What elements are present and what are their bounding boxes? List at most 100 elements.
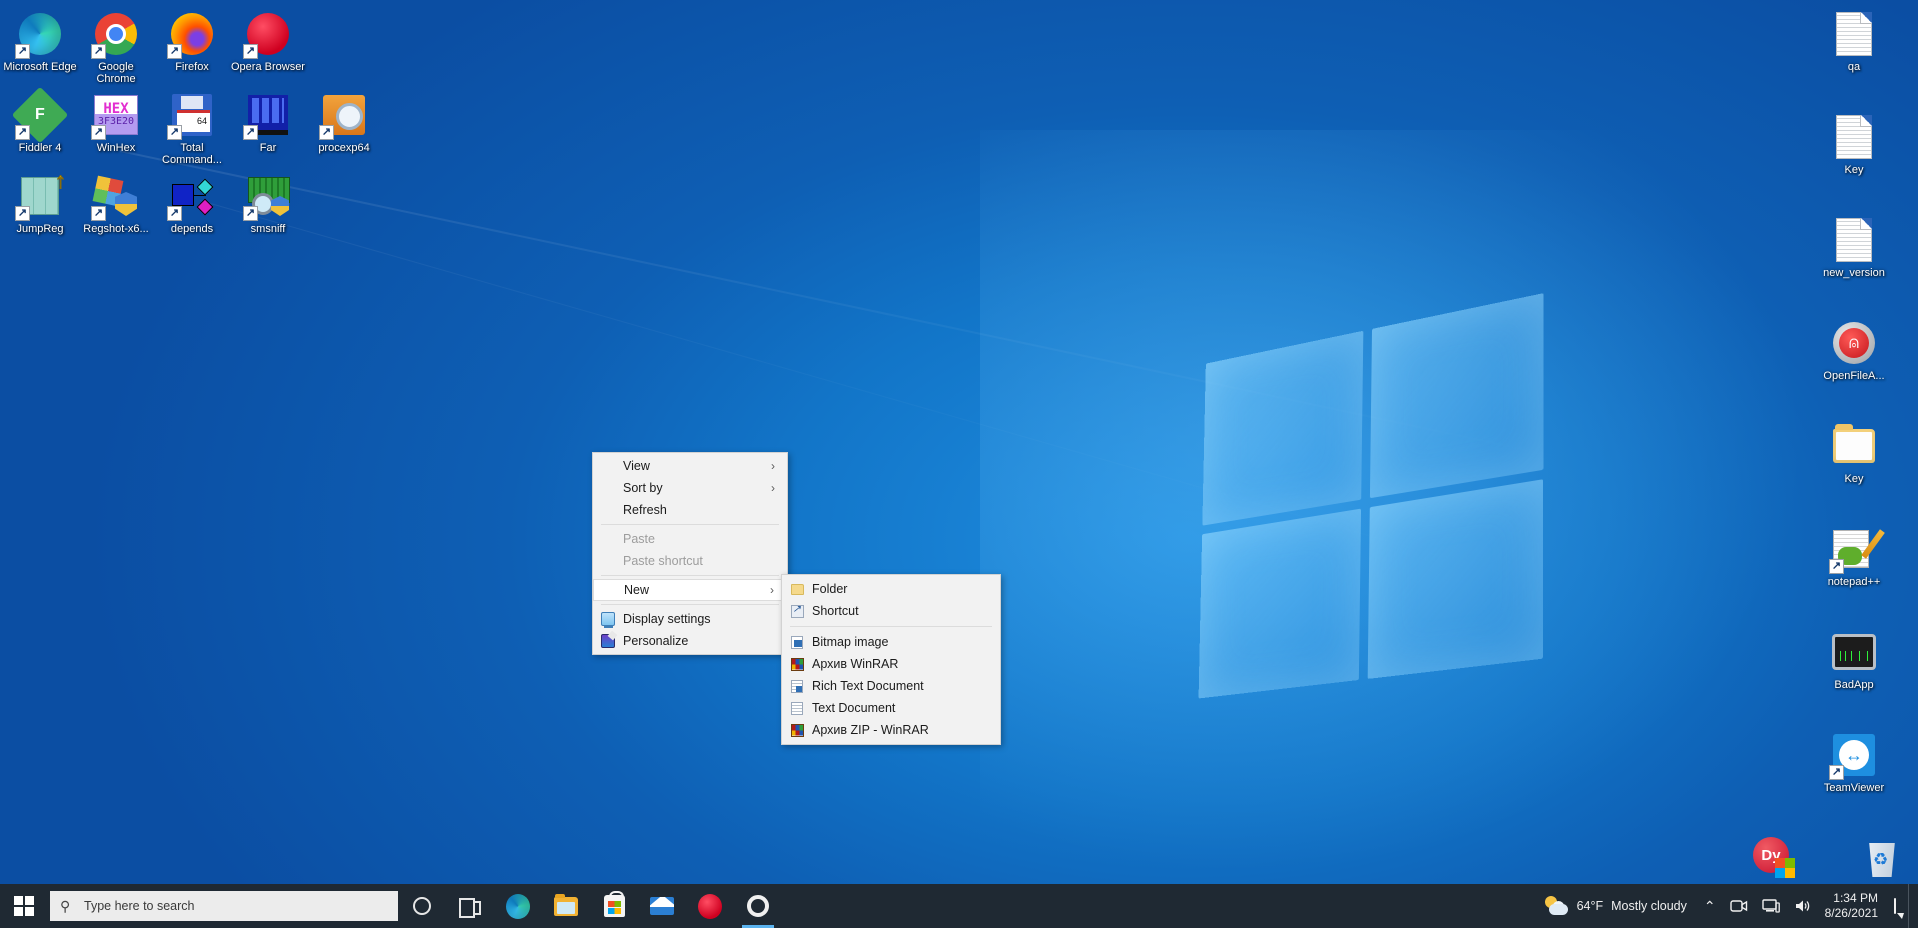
context-menu-item-label: Display settings [623,612,781,626]
new-submenu-item-winrar-zip-archive[interactable]: Архив ZIP - WinRAR [782,719,1000,741]
desktop-icon-badapp[interactable]: BadApp [1800,622,1908,698]
taskbar[interactable]: ⚲ Type here to search [0,884,1918,928]
new-submenu-item-shortcut[interactable]: Shortcut [782,600,1000,622]
desktop-icon-winhex[interactable]: HEX3F3E20 WinHex [78,85,154,166]
shortcut-overlay-icon [15,44,30,59]
volume-icon[interactable] [1787,884,1819,928]
microsoft-store-button[interactable] [590,884,638,928]
gear-icon [746,894,770,918]
desktop-icon-label: OpenFileA... [1801,370,1907,382]
desktop-icon-total-commander[interactable]: Total Command... [154,85,230,166]
file-explorer-button[interactable] [542,884,590,928]
new-submenu-item-bitmap-image[interactable]: Bitmap image [782,631,1000,653]
desktop-icon-notepadpp[interactable]: notepad++ [1800,519,1908,595]
context-menu-item-label: Sort by [623,481,771,495]
mail-button[interactable] [638,884,686,928]
context-menu-item-paste-shortcut: Paste shortcut [593,550,787,572]
text-document-icon [782,702,812,715]
network-icon[interactable] [1755,884,1787,928]
windows-logo-icon [14,896,34,916]
desktop-icon-depends[interactable]: depends [154,166,230,242]
search-input[interactable]: ⚲ Type here to search [50,891,398,921]
context-menu-item-new[interactable]: New › [593,579,787,601]
desktop-icon-label: Firefox [155,61,229,73]
rich-text-document-icon [782,680,812,693]
desktop-icon-new-version[interactable]: new_version [1800,210,1908,286]
desktop-icon-teamviewer[interactable]: ↔ TeamViewer [1800,725,1908,801]
winhex-icon: HEX3F3E20 [92,91,140,139]
weather-widget[interactable]: 64°F Mostly cloudy [1539,896,1697,916]
clock[interactable]: 1:34 PM 8/26/2021 [1819,891,1888,921]
desktop-icon-jumpreg[interactable]: JumpReg [2,166,78,242]
action-center-button[interactable] [1888,899,1908,913]
menu-separator [601,524,779,525]
task-view-button[interactable] [446,884,494,928]
notepadpp-icon [1830,525,1878,573]
search-placeholder: Type here to search [84,899,194,913]
desktop-icon-fiddler-4[interactable]: F Fiddler 4 [2,85,78,166]
folder-icon [1830,422,1878,470]
new-submenu-item-winrar-archive[interactable]: Архив WinRAR [782,653,1000,675]
opera-icon [244,10,292,58]
network-glyph [1762,898,1780,914]
edge-button[interactable] [494,884,542,928]
desktop-icon-label: Key [1801,473,1907,485]
start-button[interactable] [0,884,48,928]
opera-button[interactable] [686,884,734,928]
text-document-icon [1830,10,1878,58]
desktop-icons-right: qa Key new_version ⍝ OpenFileA... Key [1800,4,1918,928]
context-menu-item-sort-by[interactable]: Sort by › [593,477,787,499]
context-menu-item-label: View [623,459,771,473]
fiddler-icon: F [16,91,64,139]
desktop-icon-opera-browser[interactable]: Opera Browser [230,4,306,85]
camera-icon[interactable] [1723,884,1755,928]
context-menu-item-refresh[interactable]: Refresh [593,499,787,521]
context-menu-item-display-settings[interactable]: Display settings [593,608,787,630]
menu-separator [790,626,992,627]
desktop-icon-label: Microsoft Edge [3,61,77,73]
task-view-icon [458,894,482,918]
desktop-context-menu[interactable]: View › Sort by › Refresh Paste Paste sho… [592,452,788,655]
new-submenu-item-text-document[interactable]: Text Document [782,697,1000,719]
desktop-icon-procexp64[interactable]: procexp64 [306,85,382,166]
tray-overflow-button[interactable]: ⌃ [1697,884,1723,928]
context-menu-item-view[interactable]: View › [593,455,787,477]
search-icon: ⚲ [60,898,84,915]
desktop-icon-qa[interactable]: qa [1800,4,1908,80]
desktop-icon-row: Key [1800,107,1918,183]
desktop-icon-row: Microsoft Edge Google Chrome Firefox Ope… [2,4,382,85]
desktop-icon-smsniff[interactable]: smsniff [230,166,306,242]
desktop[interactable]: Microsoft Edge Google Chrome Firefox Ope… [0,0,1918,928]
desktop-icon-regshot[interactable]: Regshot-x6... [78,166,154,242]
desktop-icon-far[interactable]: Far [230,85,306,166]
microsoft-store-icon [602,894,626,918]
cortana-button[interactable] [398,884,446,928]
settings-button[interactable] [734,884,782,928]
desktop-icon-firefox[interactable]: Firefox [154,4,230,85]
shortcut-icon [782,605,812,618]
desktop-icon-key-folder[interactable]: Key [1800,416,1908,492]
new-submenu-item-rich-text-document[interactable]: Rich Text Document [782,675,1000,697]
clock-time: 1:34 PM [1825,891,1878,906]
desktop-icon-openfileaudit[interactable]: ⍝ OpenFileA... [1800,313,1908,389]
edge-icon [506,894,530,918]
new-submenu-item-label: Folder [812,582,847,596]
desktop-icon-google-chrome[interactable]: Google Chrome [78,4,154,85]
show-desktop-button[interactable] [1908,884,1914,928]
winrar-zip-icon [782,724,812,737]
partly-cloudy-icon [1545,896,1569,916]
weather-condition: Mostly cloudy [1611,899,1687,913]
chrome-icon [92,10,140,58]
camera-glyph [1730,898,1748,914]
desktop-icon-key-document[interactable]: Key [1800,107,1908,183]
shortcut-overlay-icon [243,125,258,140]
desktop-icon-microsoft-edge[interactable]: Microsoft Edge [2,4,78,85]
shortcut-overlay-icon [167,44,182,59]
context-menu-item-personalize[interactable]: Personalize [593,630,787,652]
far-manager-icon [244,91,292,139]
new-submenu-item-folder[interactable]: Folder [782,578,1000,600]
new-submenu[interactable]: Folder Shortcut Bitmap image Архив WinRA… [781,574,1001,745]
system-tray[interactable]: 64°F Mostly cloudy ⌃ [1539,884,1918,928]
desktop-icon-label: WinHex [79,142,153,154]
winrar-icon [782,658,812,671]
